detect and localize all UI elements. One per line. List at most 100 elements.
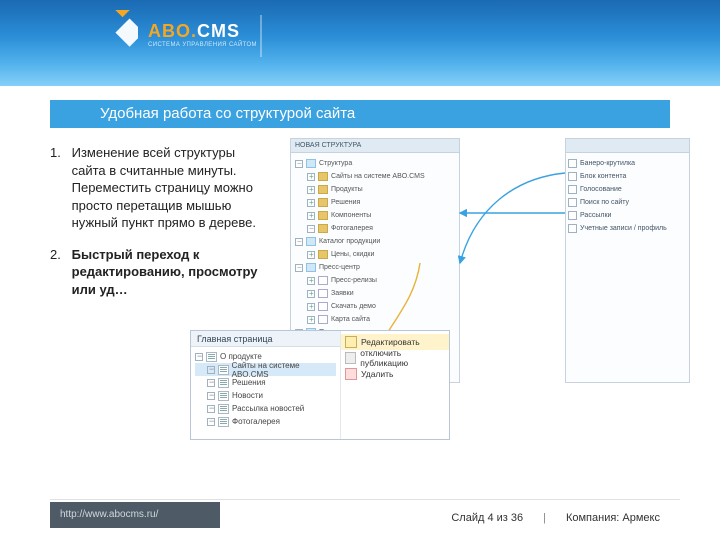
page-icon — [318, 276, 328, 285]
list-item: 2. Быстрый переход к редактированию, про… — [50, 246, 290, 299]
module-row[interactable]: Поиск по сайту — [568, 196, 687, 209]
module-label: Блок контента — [580, 173, 626, 180]
tree-row[interactable]: Каталог продукции — [295, 235, 455, 248]
collapse-icon[interactable] — [195, 353, 203, 361]
logo-icon — [90, 10, 138, 58]
popup-tree-row[interactable]: Новости — [195, 389, 336, 402]
expand-icon[interactable] — [307, 212, 315, 220]
tree-row[interactable]: Скачать демо — [295, 300, 455, 313]
context-menu-label: Удалить — [361, 369, 393, 379]
module-icon — [568, 172, 577, 181]
disable-icon — [345, 352, 356, 364]
folder-icon — [318, 250, 328, 259]
module-label: Учетные записи / профиль — [580, 225, 667, 232]
logo: ABO.CMS СИСТЕМА УПРАВЛЕНИЯ САЙТОМ — [90, 10, 257, 58]
tree-row[interactable]: Карта сайта — [295, 313, 455, 326]
page-icon — [206, 352, 217, 362]
expand-icon[interactable] — [307, 290, 315, 298]
context-menu-label: Редактировать — [361, 337, 420, 347]
tree-row[interactable]: Продукты — [295, 183, 455, 196]
tree-row[interactable]: Фотогалерея — [295, 222, 455, 235]
item-number: 2. — [50, 246, 68, 264]
tree-label: Сайты на системе ABO.CMS — [331, 173, 425, 180]
tree-label: Пресс-релизы — [331, 277, 377, 284]
slide-title: Удобная работа со структурой сайта — [50, 100, 670, 128]
page-icon — [318, 302, 328, 311]
item-text: Изменение всей структуры сайта в считанн… — [72, 144, 272, 232]
module-panel-header — [566, 139, 689, 153]
collapse-icon[interactable] — [295, 238, 303, 246]
module-row[interactable]: Банеро-крутилка — [568, 157, 687, 170]
edit-icon — [345, 336, 357, 348]
tree-label: Цены, скидки — [331, 251, 374, 258]
tree-row[interactable]: Решения — [295, 196, 455, 209]
expand-icon[interactable] — [307, 303, 315, 311]
module-row[interactable]: Рассылки — [568, 209, 687, 222]
cube-icon — [306, 237, 316, 246]
popup-tree-row[interactable]: Фотогалерея — [195, 415, 336, 428]
context-popup: Главная страница О продуктеСайты на сист… — [190, 330, 450, 440]
page-icon — [318, 289, 328, 298]
tree-row[interactable]: Пресс-релизы — [295, 274, 455, 287]
delete-icon — [345, 368, 357, 380]
module-icon — [568, 185, 577, 194]
module-row[interactable]: Учетные записи / профиль — [568, 222, 687, 235]
company-label: Компания: Армекс — [566, 512, 660, 524]
page-icon — [218, 391, 229, 401]
logo-text: ABO.CMS СИСТЕМА УПРАВЛЕНИЯ САЙТОМ — [148, 21, 257, 48]
popup-tree-row[interactable]: Сайты на системе ABO.CMS — [195, 363, 336, 376]
popup-header: Главная страница — [191, 331, 340, 347]
expand-icon[interactable] — [307, 199, 315, 207]
collapse-icon[interactable] — [307, 225, 315, 233]
context-menu: Редактироватьотключить публикациюУдалить — [341, 331, 449, 439]
footer-meta: Слайд 4 из 36 | Компания: Армекс — [451, 512, 660, 524]
popup-tree-label: Решения — [232, 378, 266, 387]
arrow-icon — [455, 168, 575, 288]
collapse-icon[interactable] — [207, 392, 215, 400]
list-item: 1. Изменение всей структуры сайта в счит… — [50, 144, 290, 232]
popup-tree-panel: Главная страница О продуктеСайты на сист… — [191, 331, 341, 439]
module-icon — [568, 159, 577, 168]
collapse-icon[interactable] — [207, 366, 215, 374]
brand-tagline: СИСТЕМА УПРАВЛЕНИЯ САЙТОМ — [148, 42, 257, 48]
folder-icon — [318, 185, 328, 194]
tree-label: Структура — [319, 160, 352, 167]
tree-row[interactable]: Сайты на системе ABO.CMS — [295, 170, 455, 183]
tree-label: Решения — [331, 199, 360, 206]
module-label: Банеро-крутилка — [580, 160, 635, 167]
context-menu-item[interactable]: Удалить — [341, 366, 449, 382]
page-icon — [318, 315, 328, 324]
context-menu-label: отключить публикацию — [360, 348, 445, 368]
slide-header: ABO.CMS СИСТЕМА УПРАВЛЕНИЯ САЙТОМ — [0, 0, 720, 90]
tree-label: Скачать демо — [331, 303, 376, 310]
collapse-icon[interactable] — [207, 379, 215, 387]
tree-row[interactable]: Структура — [295, 157, 455, 170]
tree-row[interactable]: Цены, скидки — [295, 248, 455, 261]
module-label: Поиск по сайту — [580, 199, 629, 206]
popup-tree-label: Рассылка новостей — [232, 404, 304, 413]
tree-row[interactable]: Заявки — [295, 287, 455, 300]
module-row[interactable]: Блок контента — [568, 170, 687, 183]
folder-icon — [318, 211, 328, 220]
expand-icon[interactable] — [307, 186, 315, 194]
slide-footer: http://www.abocms.ru/ Слайд 4 из 36 | Ко… — [0, 494, 720, 540]
tree-row[interactable]: Компоненты — [295, 209, 455, 222]
expand-icon[interactable] — [307, 316, 315, 324]
module-panel: Банеро-крутилка Блок контента Голосование П… — [565, 138, 690, 383]
tree-row[interactable]: Пресс-центр — [295, 261, 455, 274]
popup-tree-row[interactable]: Рассылка новостей — [195, 402, 336, 415]
module-list: Банеро-крутилка Блок контента Голосование П… — [566, 153, 689, 239]
slide-counter: Слайд 4 из 36 — [451, 512, 523, 524]
module-row[interactable]: Голосование — [568, 183, 687, 196]
expand-icon[interactable] — [307, 173, 315, 181]
folder-icon — [318, 172, 328, 181]
collapse-icon[interactable] — [207, 418, 215, 426]
collapse-icon[interactable] — [295, 264, 303, 272]
context-menu-item[interactable]: отключить публикацию — [341, 350, 449, 366]
popup-tree-label: Новости — [232, 391, 263, 400]
collapse-icon[interactable] — [207, 405, 215, 413]
footer-divider — [50, 499, 680, 500]
collapse-icon[interactable] — [295, 160, 303, 168]
expand-icon[interactable] — [307, 251, 315, 259]
expand-icon[interactable] — [307, 277, 315, 285]
